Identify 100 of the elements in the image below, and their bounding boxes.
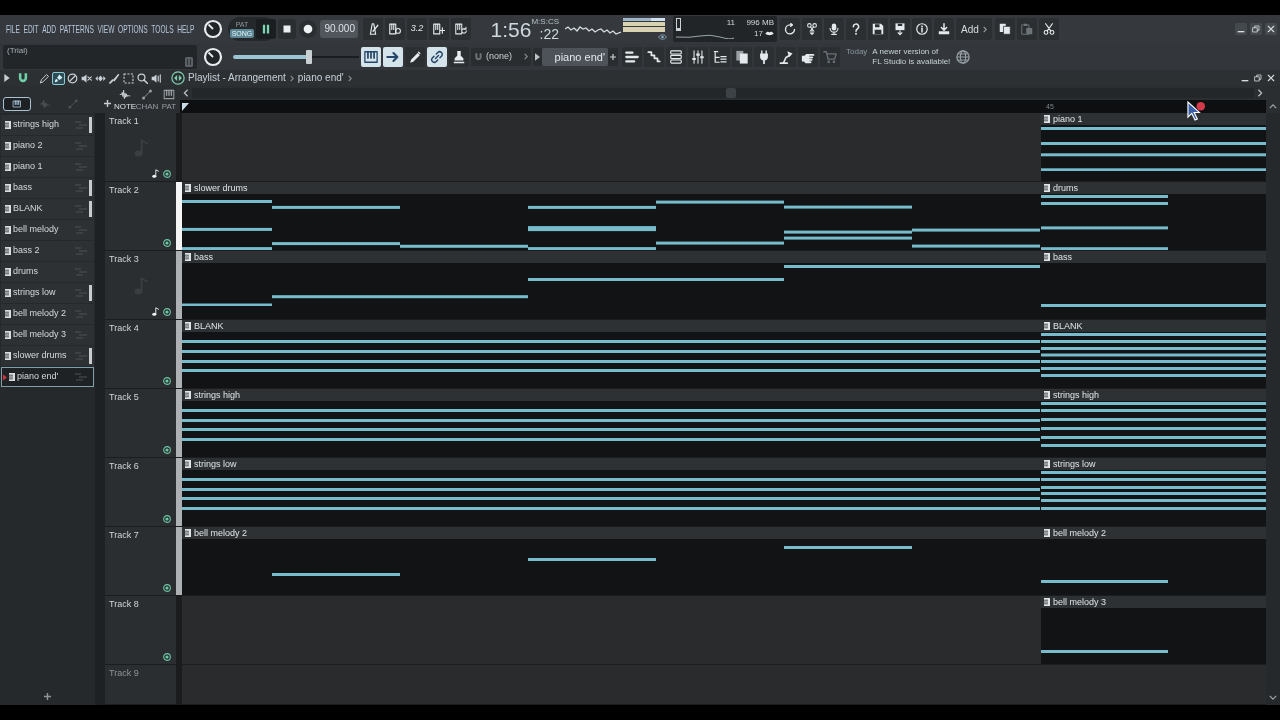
scrollbar-track[interactable] [192, 88, 1254, 98]
menu-item[interactable]: HELP [177, 22, 195, 36]
circle-arrows-icon[interactable] [171, 71, 185, 85]
dashed-box-icon[interactable] [122, 71, 135, 85]
pattern-item[interactable]: bell melody 3 [1, 325, 94, 345]
save-arrows-icon[interactable] [890, 18, 910, 40]
playhead-marker-icon[interactable] [182, 102, 189, 111]
minimize-icon[interactable] [1235, 23, 1247, 35]
knife-icon[interactable] [108, 71, 121, 85]
ban-icon[interactable] [66, 71, 79, 85]
pencil-icon[interactable] [38, 71, 51, 85]
breadcrumb-item[interactable]: piano end' [297, 72, 344, 84]
triangle-right-icon[interactable] [4, 74, 10, 82]
speaker-icon[interactable] [150, 71, 163, 85]
pattern-item[interactable]: piano 2 [1, 136, 94, 156]
pause-icon[interactable] [256, 19, 276, 39]
pattern-item[interactable]: bass [1, 178, 94, 198]
horizontal-bars-icon[interactable] [622, 46, 642, 67]
refresh-icon[interactable] [780, 18, 800, 40]
plus-icon[interactable] [44, 693, 51, 700]
status-dot-icon[interactable] [163, 653, 171, 661]
menu-item[interactable]: ADD [42, 22, 57, 36]
knob[interactable] [203, 46, 223, 67]
pages-icon[interactable] [732, 46, 752, 67]
status-dot-icon[interactable] [163, 377, 171, 385]
status-dot-icon[interactable] [163, 239, 171, 247]
pattern-item[interactable]: slower drums [1, 346, 94, 366]
slider-track[interactable] [233, 49, 359, 64]
stop-icon[interactable] [278, 19, 296, 39]
menu-item[interactable]: OPTIONS [118, 22, 148, 36]
globe-icon[interactable] [956, 49, 971, 64]
pattern-item[interactable]: piano 1 [1, 157, 94, 177]
menu-item[interactable]: TOOLS [151, 22, 174, 36]
tempo-display[interactable]: 90.000 [320, 20, 358, 38]
pattern-item[interactable]: bell melody [1, 220, 94, 240]
microphone-icon[interactable] [824, 18, 844, 40]
plug-icon[interactable] [754, 46, 774, 67]
status-dot-icon[interactable] [163, 307, 171, 316]
stamp-icon[interactable] [449, 46, 469, 67]
stairs-icon[interactable] [644, 46, 664, 67]
lamp-icon[interactable] [776, 46, 796, 67]
clip-source-button[interactable]: PAT [158, 88, 180, 111]
close-icon[interactable] [1266, 73, 1276, 83]
status-dot-icon[interactable] [163, 446, 171, 454]
record-icon[interactable] [299, 20, 317, 38]
info-icon[interactable] [912, 18, 932, 40]
keyboard-loop-icon[interactable] [451, 18, 471, 40]
pattern-item[interactable]: BLANK [1, 199, 94, 219]
download-icon[interactable] [934, 18, 954, 40]
status-dot-icon[interactable] [163, 169, 171, 178]
keyboard-plus-icon[interactable] [429, 18, 449, 40]
save-icon[interactable] [868, 18, 888, 40]
add-menu-button[interactable]: Add [956, 18, 992, 40]
sliders-icon[interactable] [688, 46, 708, 67]
piano-keys-icon[interactable] [3, 97, 31, 111]
menu-item[interactable]: EDIT [23, 22, 39, 36]
pattern-item[interactable]: strings high [1, 115, 94, 135]
plus-icon[interactable] [104, 100, 111, 107]
restore-icon[interactable] [1250, 23, 1262, 35]
metronome-icon[interactable] [363, 18, 383, 40]
arrow-right-icon[interactable] [383, 46, 403, 67]
knob[interactable] [203, 19, 223, 39]
clip-source-button[interactable]: NOTE [114, 88, 136, 111]
chevron-up-icon[interactable] [1269, 104, 1277, 109]
chevron-down-icon[interactable] [1269, 695, 1277, 700]
copy-icon[interactable] [994, 18, 1015, 40]
speaker-mute-icon[interactable] [80, 71, 93, 85]
scissors-icon[interactable] [1038, 18, 1059, 40]
pattern-item[interactable]: strings low [1, 283, 94, 303]
pattern-item[interactable]: bass 2 [1, 241, 94, 261]
pattern-item[interactable]: drums [1, 262, 94, 282]
link-icon[interactable] [427, 46, 447, 67]
close-icon[interactable] [1265, 23, 1277, 35]
hand-icon[interactable] [798, 46, 818, 67]
menu-item[interactable]: PATTERNS [59, 22, 94, 36]
scroll-thumb[interactable] [726, 88, 736, 98]
keyboard-clock-icon[interactable] [385, 18, 405, 40]
triangle-right-icon[interactable] [533, 47, 542, 66]
countdown-button[interactable]: 3.2 [407, 18, 427, 40]
restore-icon[interactable] [1253, 73, 1263, 83]
status-dot-icon[interactable] [163, 515, 171, 523]
pattern-selector[interactable]: piano end' [542, 47, 608, 66]
menu-item[interactable]: FILE [6, 22, 20, 36]
slider-thumb[interactable] [305, 49, 312, 64]
snap-dropdown[interactable]: (none) [471, 47, 531, 66]
clip-source-button[interactable]: CHAN [136, 88, 158, 111]
stacked-list-icon[interactable] [666, 46, 686, 67]
brush-icon[interactable] [52, 71, 65, 85]
folder-tree-icon[interactable] [710, 46, 730, 67]
menu-item[interactable]: VIEW [97, 22, 115, 36]
question-icon[interactable] [846, 18, 866, 40]
plus-icon[interactable] [608, 47, 618, 66]
pen-icon[interactable] [405, 46, 425, 67]
pattern-item[interactable]: piano end' [1, 367, 94, 387]
news-message[interactable]: A newer version of FL Studio is available! [872, 46, 951, 67]
status-dot-icon[interactable] [163, 584, 171, 592]
scissors-arrows-icon[interactable] [802, 18, 822, 40]
pattern-item[interactable]: bell melody 2 [1, 304, 94, 324]
piano-keys-icon[interactable] [361, 46, 381, 67]
zoom-icon[interactable] [136, 71, 149, 85]
